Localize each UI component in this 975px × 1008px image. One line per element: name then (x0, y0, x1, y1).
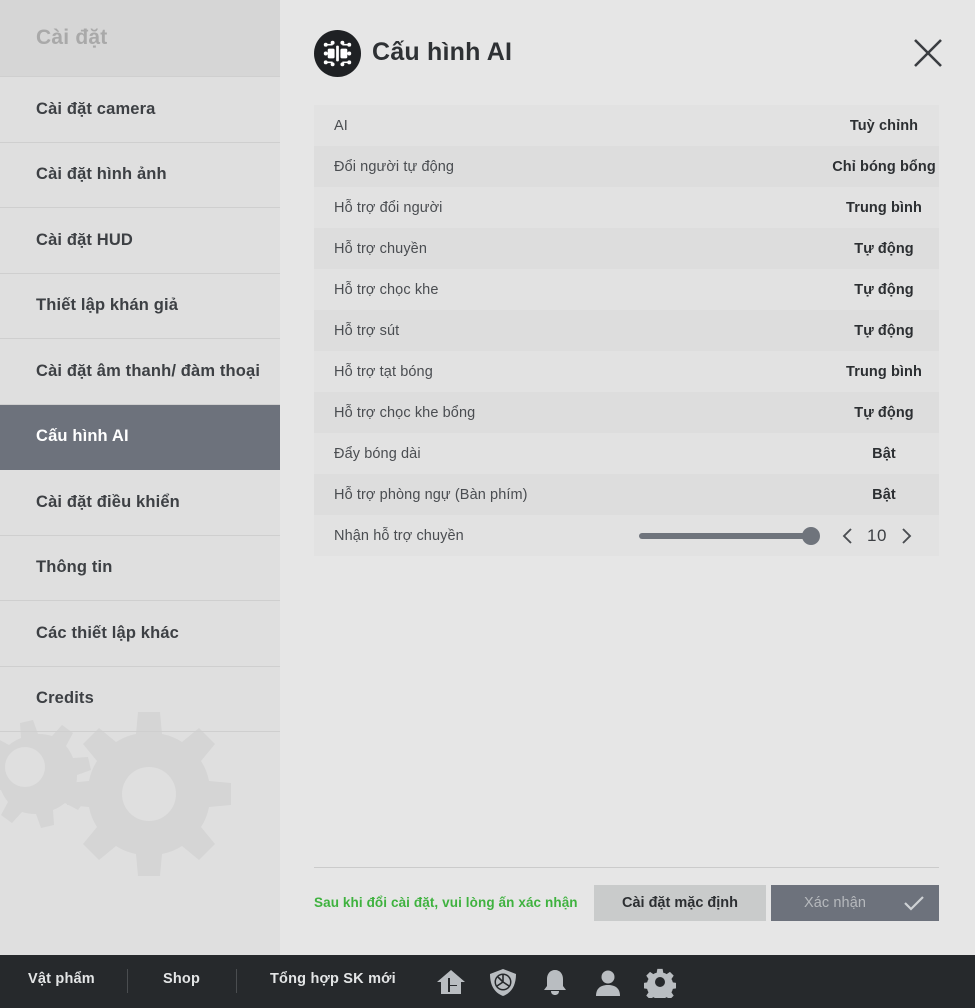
slider-track (639, 532, 814, 539)
close-button[interactable] (905, 30, 951, 76)
settings-table: AI Tuỳ chỉnh Đổi người tự động Chỉ bóng … (314, 105, 939, 556)
setting-row[interactable]: Hỗ trợ đổi người Trung bình (314, 187, 939, 228)
setting-row[interactable]: Đẩy bóng dài Bật (314, 433, 939, 474)
decorative-gears-icon (0, 712, 231, 876)
sidebar-item-label: Các thiết lập khác (36, 623, 179, 642)
setting-label: Hỗ trợ chọc khe bổng (334, 404, 476, 421)
confirm-label: Xác nhận (803, 895, 867, 911)
sidebar-item-credits[interactable]: Credits (0, 667, 280, 732)
setting-value: Tự động (854, 322, 914, 339)
settings-screen: Cài đặt Cài đặt camera Cài đặt hình ảnh … (0, 0, 975, 1008)
nav-link-shop[interactable]: Shop (163, 971, 200, 987)
ai-chip-icon (314, 30, 361, 77)
sidebar-item-hud[interactable]: Cài đặt HUD (0, 208, 280, 274)
footer-divider (314, 867, 939, 868)
sidebar-item-label: Cài đặt camera (36, 99, 156, 118)
profile-icon[interactable] (592, 966, 624, 998)
pass-assist-value: 10 (867, 525, 887, 545)
sidebar-header: Cài đặt (0, 0, 280, 77)
bell-icon[interactable] (539, 966, 571, 998)
home-icon[interactable] (435, 966, 467, 998)
setting-label: Hỗ trợ chọc khe (334, 281, 439, 298)
setting-row[interactable]: Hỗ trợ chọc khe bổng Tự động (314, 392, 939, 433)
setting-label: Hỗ trợ phòng ngự (Bàn phím) (334, 486, 528, 503)
sidebar-item-controls[interactable]: Cài đặt điều khiển (0, 470, 280, 536)
sidebar-item-other[interactable]: Các thiết lập khác (0, 601, 280, 667)
setting-value: Bật (872, 486, 896, 503)
setting-row[interactable]: Hỗ trợ phòng ngự (Bàn phím) Bật (314, 474, 939, 515)
sidebar-item-ai-config[interactable]: Cấu hình AI (0, 404, 280, 470)
confirm-button[interactable]: Xác nhận (771, 885, 939, 921)
setting-value: Trung bình (846, 199, 922, 216)
setting-value: Trung bình (846, 363, 922, 380)
sidebar-item-label: Cài đặt HUD (36, 230, 133, 249)
page-title: Cấu hình AI (372, 38, 513, 66)
sidebar-item-label: Cài đặt hình ảnh (36, 165, 167, 184)
ai-config-panel: Cấu hình AI AI Tuỳ chỉnh Đổi người tự độ… (280, 0, 975, 955)
sidebar-item-label: Cấu hình AI (36, 427, 129, 446)
sidebar-item-label: Thông tin (36, 558, 113, 577)
chevron-left-icon[interactable] (842, 527, 853, 545)
setting-row[interactable]: Hỗ trợ tạt bóng Trung bình (314, 351, 939, 392)
gear-icon[interactable] (643, 966, 677, 1003)
sidebar: Cài đặt Cài đặt camera Cài đặt hình ảnh … (0, 0, 280, 955)
chevron-right-icon[interactable] (901, 527, 912, 545)
setting-value: Chỉ bóng bổng (832, 158, 936, 175)
nav-link-events[interactable]: Tổng hợp SK mới (270, 971, 396, 987)
sidebar-item-spectator[interactable]: Thiết lập khán giả (0, 274, 280, 339)
setting-row-slider[interactable]: Nhận hỗ trợ chuyền 10 (314, 515, 939, 556)
sidebar-item-image[interactable]: Cài đặt hình ảnh (0, 143, 280, 208)
setting-label: Hỗ trợ đổi người (334, 199, 443, 216)
close-icon (914, 39, 942, 67)
restore-defaults-button[interactable]: Cài đặt mặc định (594, 885, 766, 921)
setting-value: Tự động (854, 240, 914, 257)
setting-label: Hỗ trợ chuyền (334, 240, 428, 257)
nav-link-items[interactable]: Vật phẩm (28, 971, 95, 987)
setting-value: Bật (872, 445, 896, 462)
setting-row[interactable]: Đổi người tự động Chỉ bóng bổng (314, 146, 939, 187)
sidebar-item-label: Credits (36, 689, 94, 708)
pass-assist-stepper[interactable]: 10 (842, 523, 912, 549)
sidebar-item-label: Cài đặt điều khiển (36, 492, 180, 511)
setting-value: Tự động (854, 281, 914, 298)
nav-divider (236, 969, 237, 993)
bottom-navigation-bar: Vật phẩm Shop Tổng hợp SK mới 3 (0, 955, 975, 1008)
setting-label: Đẩy bóng dài (334, 445, 421, 462)
check-icon (903, 894, 925, 917)
setting-label: Hỗ trợ tạt bóng (334, 363, 433, 380)
sidebar-item-audio[interactable]: Cài đặt âm thanh/ đàm thoại (0, 339, 280, 405)
slider-knob[interactable] (802, 526, 820, 545)
setting-row[interactable]: Hỗ trợ chuyền Tự động (314, 228, 939, 269)
setting-row[interactable]: AI Tuỳ chỉnh (314, 105, 939, 146)
sidebar-header-label: Cài đặt (36, 26, 108, 49)
setting-row[interactable]: Hỗ trợ sút Tự động (314, 310, 939, 351)
sidebar-item-info[interactable]: Thông tin (0, 536, 280, 601)
setting-row[interactable]: Hỗ trợ chọc khe Tự động (314, 269, 939, 310)
setting-label: Đổi người tự động (334, 158, 455, 175)
pass-assist-slider[interactable] (639, 526, 820, 545)
nav-divider (127, 969, 128, 993)
club-shield-icon[interactable] (487, 966, 519, 998)
setting-value: Tự động (854, 404, 914, 421)
sidebar-item-camera[interactable]: Cài đặt camera (0, 77, 280, 143)
setting-label: Nhận hỗ trợ chuyền (334, 527, 464, 544)
setting-value: Tuỳ chỉnh (849, 117, 919, 134)
footer-note: Sau khi đổi cài đặt, vui lòng ấn xác nhậ… (314, 895, 578, 910)
sidebar-item-label: Thiết lập khán giả (36, 296, 179, 315)
setting-label: Hỗ trợ sút (334, 322, 400, 339)
setting-label: AI (334, 117, 348, 134)
restore-defaults-label: Cài đặt mặc định (621, 895, 739, 911)
sidebar-item-label: Cài đặt âm thanh/ đàm thoại (36, 361, 261, 380)
